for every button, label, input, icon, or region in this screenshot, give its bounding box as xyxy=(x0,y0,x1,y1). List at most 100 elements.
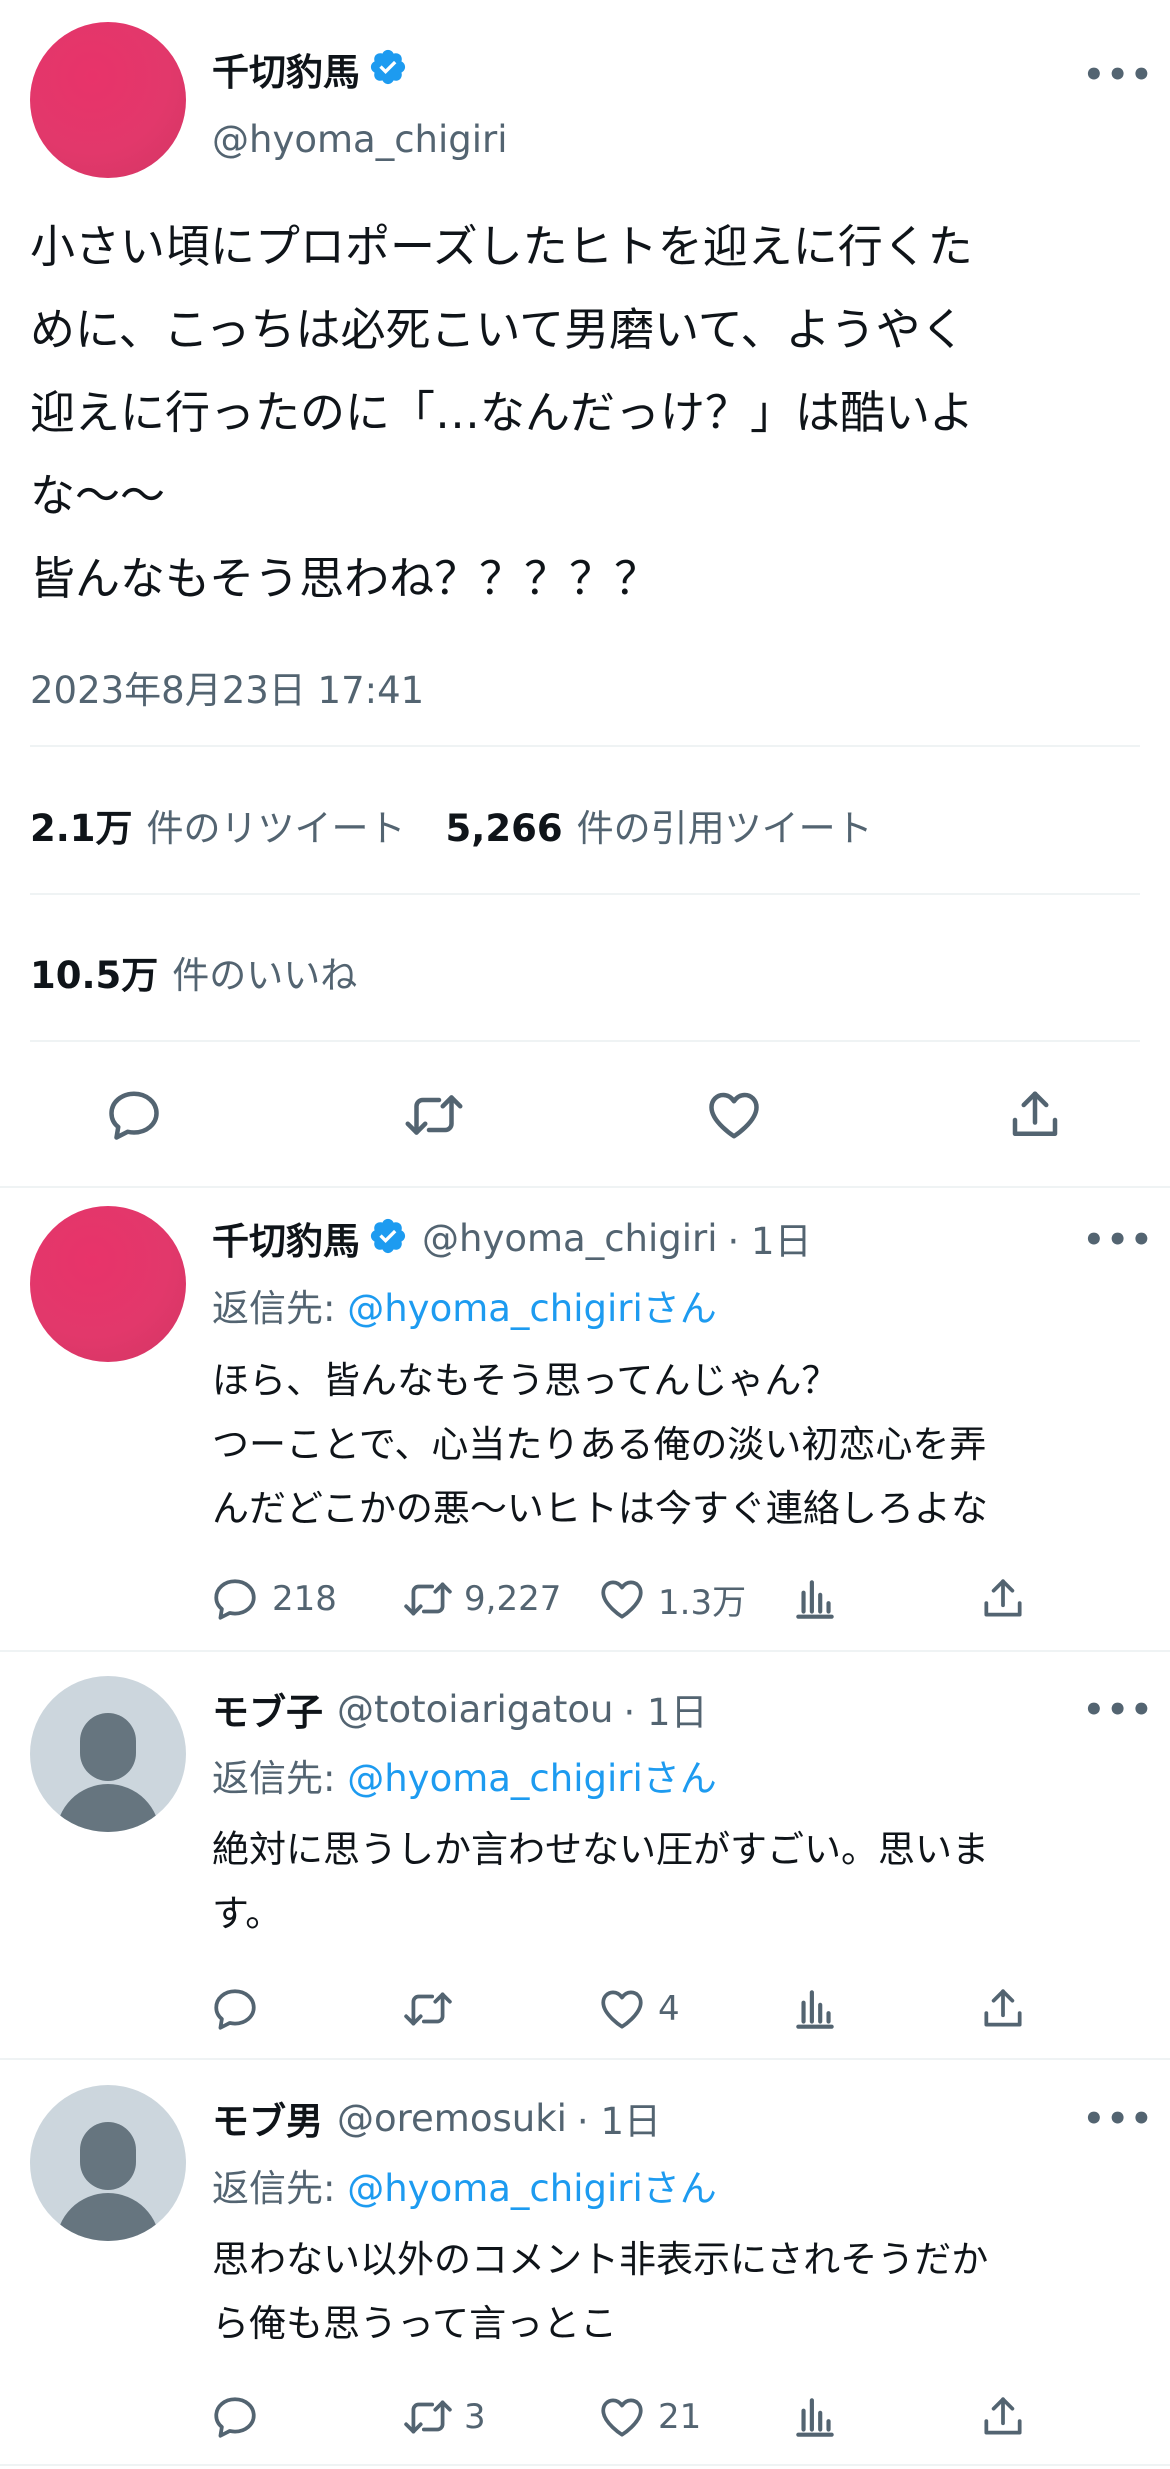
analytics-bars-icon xyxy=(796,1580,834,1619)
avatar-head-shape xyxy=(80,1713,136,1781)
share-button[interactable] xyxy=(978,1984,1028,2034)
views-button[interactable] xyxy=(790,1984,840,2034)
replying-to-prefix: 返信先: xyxy=(212,2167,348,2210)
divider xyxy=(0,1186,1170,1188)
retweets-label[interactable]: 件のリツイート xyxy=(147,798,406,852)
reply-text-line: す。 xyxy=(212,1892,283,1935)
retweet-button[interactable]: 3 xyxy=(400,2392,486,2442)
like-button[interactable] xyxy=(703,1085,765,1149)
more-horizontal-icon[interactable]: ••• xyxy=(1083,2099,1154,2139)
divider xyxy=(30,1040,1140,1042)
tweet-time[interactable]: · 1日 xyxy=(624,1682,708,1736)
likes-label[interactable]: 件のいいね xyxy=(172,945,357,999)
author-name[interactable]: 千切豹馬 xyxy=(212,42,360,96)
author-handle[interactable]: @hyoma_chigiri xyxy=(212,118,508,161)
author-name[interactable]: モブ男 xyxy=(212,2091,323,2145)
avatar[interactable] xyxy=(30,1676,186,1832)
tweet-time[interactable]: · 1日 xyxy=(577,2091,661,2145)
tweet-text-line: 皆んなもそう思わね？？？？？ xyxy=(30,552,660,605)
retweet-count: 9,227 xyxy=(464,1579,562,1619)
tweet-text-line: 小さい頃にプロポーズしたヒトを迎えに行くた xyxy=(30,220,973,273)
reply-button[interactable]: 218 xyxy=(210,1574,337,1624)
reply-text: 絶対に思うしか言わせない圧がすごい。思いま す。 xyxy=(212,1818,1142,1946)
tweet-text-line: めに、こっちは必死こいて男磨いて、ようやく xyxy=(30,303,966,356)
retweet-count: 3 xyxy=(464,2397,486,2437)
tweet-text: 小さい頃にプロポーズしたヒトを迎えに行くた めに、こっちは必死こいて男磨いて、よ… xyxy=(30,205,1150,620)
reply-bubble-icon xyxy=(109,1091,159,1140)
share-upload-icon xyxy=(1012,1091,1058,1136)
divider xyxy=(0,2058,1170,2060)
verified-badge-icon xyxy=(368,47,408,91)
replying-to-link[interactable]: @hyoma_chigiriさん xyxy=(347,1757,717,1800)
reply-text: 思わない以外のコメント非表示にされそうだか ら俺も思うって言っとこ xyxy=(212,2228,1142,2356)
share-upload-icon xyxy=(984,1579,1022,1617)
replying-to-prefix: 返信先: xyxy=(212,1757,348,1800)
more-horizontal-icon[interactable]: ••• xyxy=(1083,1220,1154,1260)
like-count: 21 xyxy=(658,2397,702,2437)
replying-to: 返信先: @hyoma_chigiriさん xyxy=(212,1748,717,1802)
tweet-timestamp[interactable]: 2023年8月23日 17:41 xyxy=(30,660,424,714)
share-upload-icon xyxy=(984,2397,1022,2435)
reply-button[interactable] xyxy=(104,1085,164,1149)
reply-count: 218 xyxy=(272,1579,337,1619)
like-button[interactable]: 1.3万 xyxy=(596,1574,746,1624)
reply-text-line: ら俺も思うって言っとこ xyxy=(212,2302,618,2345)
avatar[interactable] xyxy=(30,22,186,178)
reply-bubble-icon xyxy=(214,2397,256,2438)
reply-button[interactable] xyxy=(210,2392,272,2442)
reply-text-line: 思わない以外のコメント非表示にされそうだか xyxy=(212,2238,989,2281)
author-name[interactable]: モブ子 xyxy=(212,1682,323,1736)
share-button[interactable] xyxy=(1005,1085,1065,1149)
tweet-text-line: な〜〜 xyxy=(30,469,166,522)
like-count: 4 xyxy=(658,1989,680,2029)
author-handle[interactable]: @hyoma_chigiri xyxy=(422,1217,718,1260)
avatar-body-shape xyxy=(56,2193,160,2241)
like-button[interactable]: 21 xyxy=(596,2392,701,2442)
more-horizontal-icon[interactable]: ••• xyxy=(1083,1690,1154,1730)
heart-icon xyxy=(601,1580,643,1619)
heart-icon xyxy=(601,1990,643,2029)
tweet-text-line: 迎えに行ったのに「…なんだっけ？」は酷いよ xyxy=(30,386,975,439)
retweets-count[interactable]: 2.1万 xyxy=(30,798,133,852)
more-horizontal-icon[interactable]: ••• xyxy=(1083,55,1154,95)
retweet-arrows-icon xyxy=(404,2400,452,2434)
divider xyxy=(30,893,1140,895)
retweet-button[interactable] xyxy=(400,1984,464,2034)
quotes-count[interactable]: 5,266 xyxy=(446,807,563,850)
likes-count[interactable]: 10.5万 xyxy=(30,945,158,999)
retweet-button[interactable]: 9,227 xyxy=(400,1574,561,1624)
reply-text-line: 絶対に思うしか言わせない圧がすごい。思いま xyxy=(212,1828,989,1871)
divider xyxy=(30,745,1140,747)
share-button[interactable] xyxy=(978,2392,1028,2442)
avatar[interactable] xyxy=(30,2085,186,2241)
likes-stats: 10.5万 件のいいね xyxy=(30,945,357,999)
replying-to-prefix: 返信先: xyxy=(212,1287,348,1330)
quotes-label[interactable]: 件の引用ツイート xyxy=(577,798,873,852)
verified-badge-icon xyxy=(368,1216,408,1260)
avatar[interactable] xyxy=(30,1206,186,1362)
replying-to-link[interactable]: @hyoma_chigiriさん xyxy=(347,1287,717,1330)
heart-icon xyxy=(709,1092,759,1139)
views-button[interactable] xyxy=(790,1574,840,1624)
analytics-bars-icon xyxy=(796,1990,834,2029)
like-count: 1.3万 xyxy=(658,1582,747,1623)
avatar-body-shape xyxy=(56,1784,160,1832)
author-name[interactable]: 千切豹馬 xyxy=(212,1211,360,1265)
divider xyxy=(0,1650,1170,1652)
retweet-quote-stats: 2.1万 件のリツイート 5,266 件の引用ツイート xyxy=(30,798,873,852)
reply-bubble-icon xyxy=(214,1579,256,1620)
retweet-arrows-icon xyxy=(405,1095,463,1135)
reply-text-line: ほら、皆んなもそう思ってんじゃん？ xyxy=(212,1359,839,1402)
views-button[interactable] xyxy=(790,2392,840,2442)
author-handle[interactable]: @oremosuki xyxy=(337,2097,567,2140)
author-handle[interactable]: @totoiarigatou xyxy=(337,1688,614,1731)
retweet-button[interactable] xyxy=(400,1085,468,1149)
replying-to-link[interactable]: @hyoma_chigiriさん xyxy=(347,2167,717,2210)
reply-button[interactable] xyxy=(210,1984,272,2034)
tweet-time[interactable]: · 1日 xyxy=(728,1211,812,1265)
share-button[interactable] xyxy=(978,1574,1028,1624)
like-button[interactable]: 4 xyxy=(596,1984,680,2034)
divider xyxy=(0,2464,1170,2466)
retweet-arrows-icon xyxy=(404,1992,452,2026)
heart-icon xyxy=(601,2398,643,2437)
